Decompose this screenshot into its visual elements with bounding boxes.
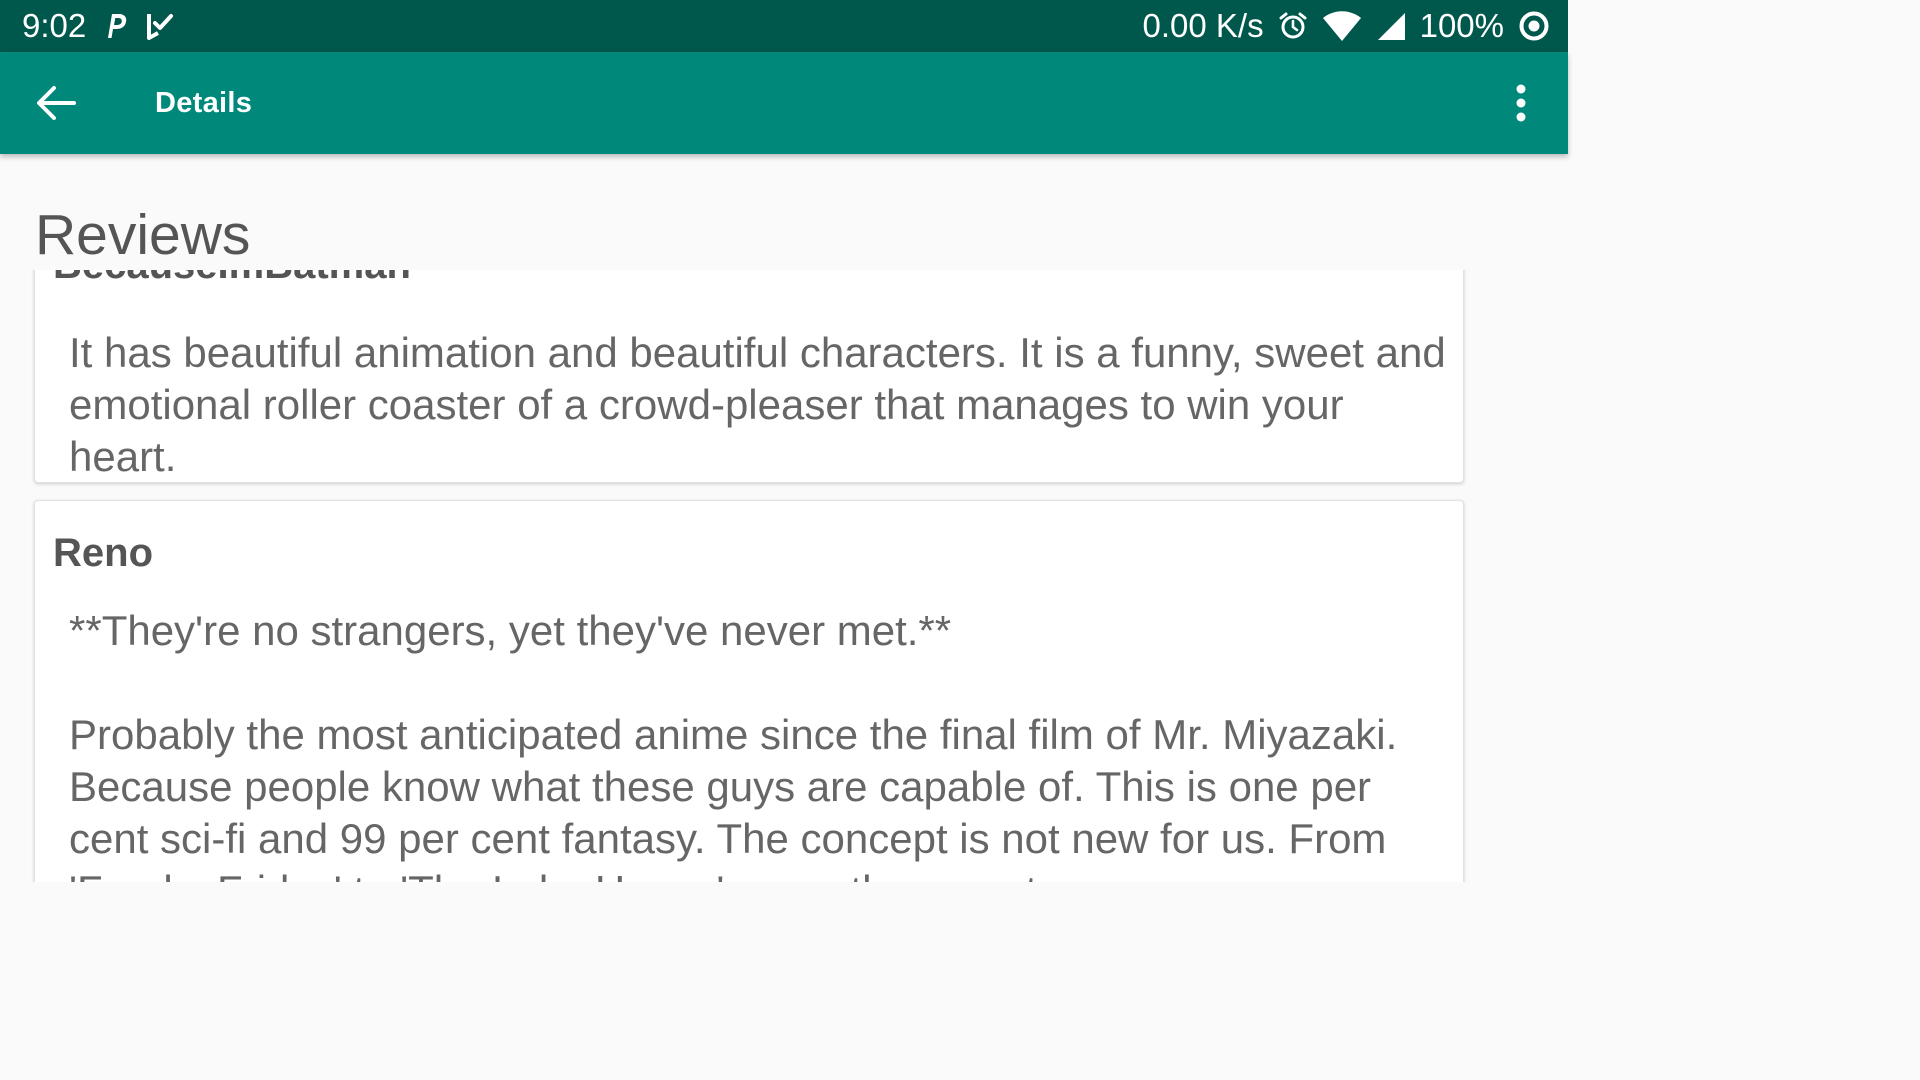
checkmark-notification-icon bbox=[146, 12, 174, 40]
review-content: It has beautiful animation and beautiful… bbox=[69, 329, 1446, 480]
status-bar-left: 9:02 bbox=[22, 0, 174, 52]
network-speed: 0.00 K/s bbox=[1142, 7, 1264, 44]
wifi-icon bbox=[1322, 10, 1362, 42]
overflow-menu-button[interactable] bbox=[1498, 80, 1544, 126]
battery-level: 100% bbox=[1419, 7, 1504, 44]
back-button[interactable] bbox=[30, 80, 82, 126]
review-content: **They're no strangers, yet they've neve… bbox=[69, 607, 1398, 882]
cell-signal-icon bbox=[1376, 11, 1406, 41]
arrow-back-icon bbox=[36, 85, 76, 121]
review-card: Reno **They're no strangers, yet they've… bbox=[34, 500, 1464, 882]
review-author: Reno bbox=[53, 531, 153, 575]
p-notification-icon bbox=[104, 12, 128, 40]
app-bar: Details bbox=[0, 52, 1568, 154]
page-title: Details bbox=[155, 87, 253, 119]
reviews-heading: Reviews bbox=[35, 203, 251, 267]
review-card: BecauseImBatman It has beautiful animati… bbox=[34, 270, 1464, 483]
status-bar-right: 0.00 K/s 100% bbox=[1143, 0, 1550, 52]
review-list[interactable]: BecauseImBatman It has beautiful animati… bbox=[0, 270, 1568, 882]
battery-ring-icon bbox=[1518, 10, 1550, 42]
status-time: 9:02 bbox=[22, 7, 87, 44]
status-bar: 9:02 0.00 K/s 100% bbox=[0, 0, 1568, 52]
more-vert-icon bbox=[1515, 83, 1527, 123]
review-author: BecauseImBatman bbox=[53, 270, 411, 288]
alarm-icon bbox=[1278, 11, 1308, 41]
